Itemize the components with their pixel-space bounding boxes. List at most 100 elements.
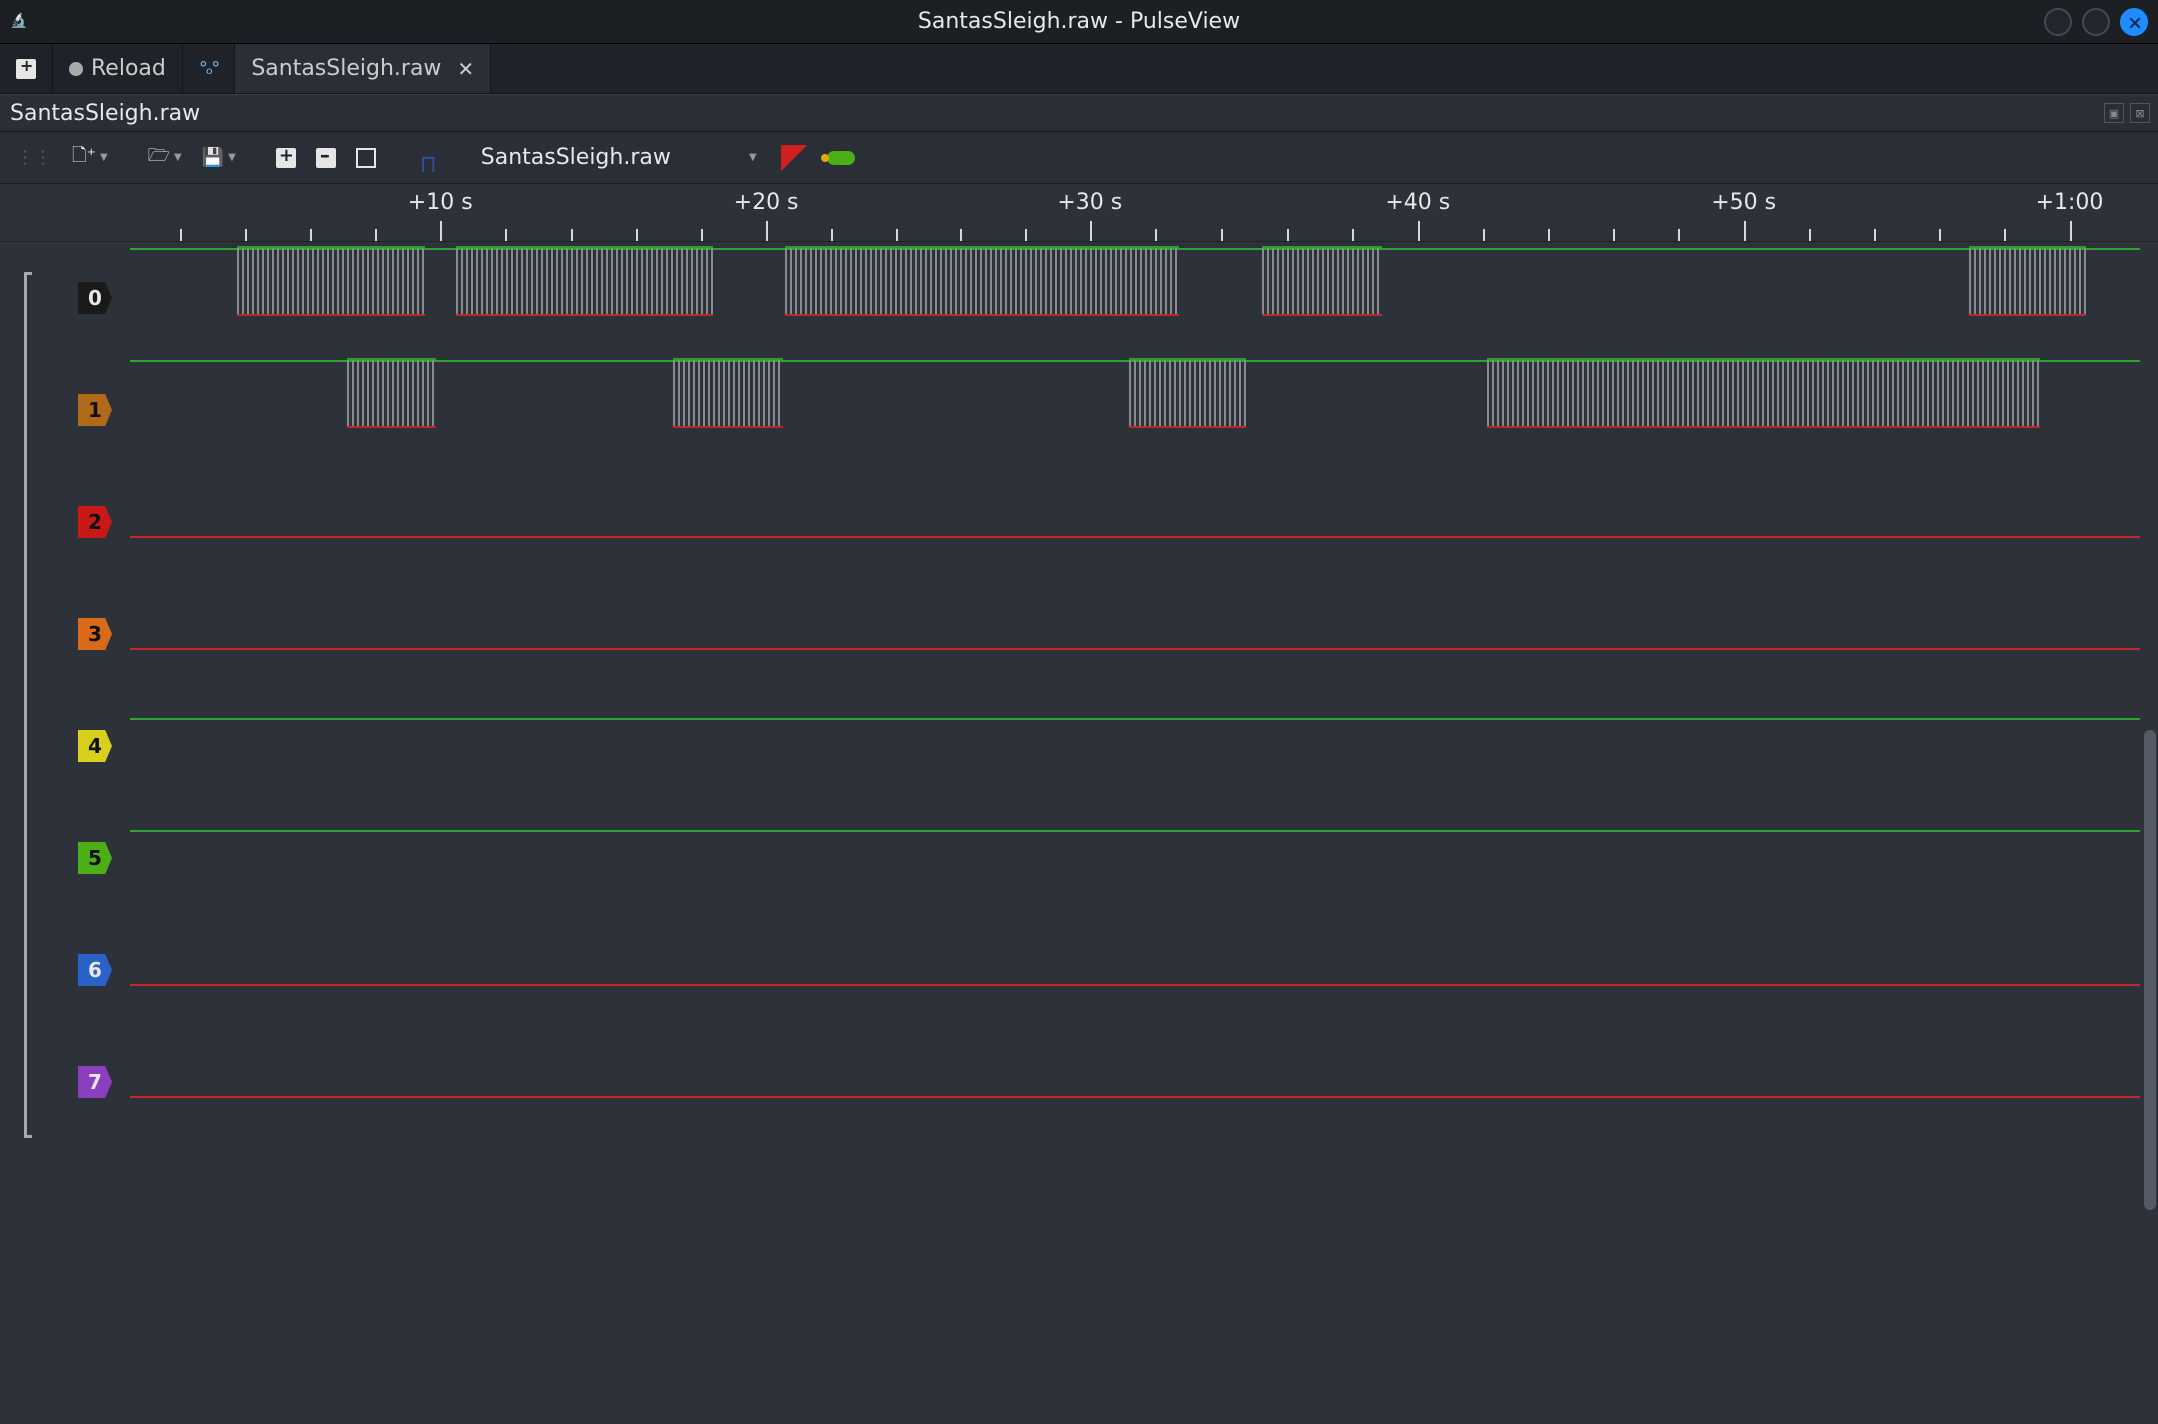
signal-burst	[785, 248, 1179, 314]
reload-label: Reload	[91, 56, 166, 81]
dock-popout-button[interactable]: ▣	[2104, 103, 2124, 123]
channel-row: 6	[0, 914, 2140, 1026]
channel-label[interactable]: 5	[78, 842, 112, 874]
signal-burst	[1262, 248, 1383, 314]
cursors-button[interactable]: ┌┐	[408, 138, 445, 178]
protocol-decoder-icon: °ₒ°	[199, 58, 218, 79]
ruler-minor-tick	[245, 229, 247, 241]
signal-burst	[237, 248, 426, 314]
minimize-button[interactable]	[2044, 8, 2072, 36]
ruler-major-label: +30 s	[1057, 190, 1122, 215]
time-ruler[interactable]: +10 s+20 s+30 s+40 s+50 s+1:00	[0, 184, 2158, 242]
zoom-fit-icon	[356, 148, 376, 168]
channel-row: 7	[0, 1026, 2140, 1138]
zoom-in-icon	[276, 148, 296, 168]
channel-trace[interactable]	[130, 466, 2140, 578]
ruler-minor-tick	[896, 229, 898, 241]
ruler-minor-tick	[1548, 229, 1550, 241]
window-controls	[2044, 8, 2148, 36]
channel-label[interactable]: 7	[78, 1066, 112, 1098]
toolbar-handle[interactable]: ⋮⋮	[8, 141, 60, 174]
device-selector[interactable]: SantasSleigh.raw ▼	[469, 141, 769, 174]
signal-burst	[1129, 360, 1246, 426]
zoom-out-button[interactable]	[308, 142, 344, 174]
tab-strip: Reload °ₒ° SantasSleigh.raw ✕	[0, 44, 2158, 94]
chevron-down-icon: ▼	[228, 152, 236, 163]
ruler-minor-tick	[1678, 229, 1680, 241]
channel-trace[interactable]	[130, 354, 2140, 466]
signal-burst	[673, 360, 784, 426]
channel-label[interactable]: 4	[78, 730, 112, 762]
titlebar: 🔬 SantasSleigh.raw - PulseView	[0, 0, 2158, 44]
channel-label[interactable]: 3	[78, 618, 112, 650]
ruler-minor-tick	[375, 229, 377, 241]
ruler-minor-tick	[1025, 229, 1027, 241]
channel-label[interactable]: 0	[78, 282, 112, 314]
channel-trace[interactable]	[130, 578, 2140, 690]
channel-label[interactable]: 1	[78, 394, 112, 426]
channel-trace[interactable]	[130, 1026, 2140, 1138]
reload-icon	[69, 62, 83, 76]
channel-label[interactable]: 6	[78, 954, 112, 986]
open-button[interactable]: 🗁 ▼	[140, 137, 190, 179]
signal-viewport[interactable]: +10 s+20 s+30 s+40 s+50 s+1:00 01234567	[0, 184, 2158, 1424]
channel-row: 0	[0, 242, 2140, 354]
signal-burst	[1487, 360, 2040, 426]
channel-row: 4	[0, 690, 2140, 802]
ruler-minor-tick	[1613, 229, 1615, 241]
ruler-minor-tick	[571, 229, 573, 241]
tab-close-icon[interactable]: ✕	[457, 57, 474, 81]
ruler-major-tick	[1418, 221, 1420, 241]
ruler-minor-tick	[180, 229, 182, 241]
signal-pane[interactable]: 0 1 2 3 4 5 6 7	[0, 242, 2158, 1424]
ruler-minor-tick	[831, 229, 833, 241]
ruler-minor-tick	[960, 229, 962, 241]
ruler-minor-tick	[1939, 229, 1941, 241]
ruler-major-label: +1:00	[2036, 190, 2104, 215]
channel-trace[interactable]	[130, 802, 2140, 914]
ruler-minor-tick	[1483, 229, 1485, 241]
new-session-tab[interactable]	[0, 44, 53, 93]
channel-label[interactable]: 2	[78, 506, 112, 538]
protocol-decoder-tab[interactable]: °ₒ°	[183, 44, 235, 93]
window-title: SantasSleigh.raw - PulseView	[918, 9, 1240, 34]
new-session-icon	[16, 59, 36, 79]
maximize-button[interactable]	[2082, 8, 2110, 36]
open-icon: 🗁	[148, 143, 170, 173]
signal-burst	[1969, 248, 2086, 314]
zoom-fit-button[interactable]	[348, 142, 384, 174]
signal-burst	[347, 360, 435, 426]
new-view-button[interactable]: 🗋⁺ ▼	[64, 137, 116, 179]
ruler-minor-tick	[1287, 229, 1289, 241]
ruler-minor-tick	[701, 229, 703, 241]
vertical-scrollbar[interactable]	[2144, 730, 2156, 1210]
file-tab-label: SantasSleigh.raw	[251, 56, 441, 81]
ruler-major-label: +50 s	[1711, 190, 1776, 215]
ruler-major-tick	[2070, 221, 2072, 241]
ruler-minor-tick	[2004, 229, 2006, 241]
channel-trace[interactable]	[130, 690, 2140, 802]
channels-button[interactable]	[819, 145, 863, 171]
channel-trace[interactable]	[130, 242, 2140, 354]
chevron-down-icon: ▼	[174, 152, 182, 163]
close-button[interactable]	[2120, 8, 2148, 36]
configure-device-button[interactable]	[773, 139, 815, 177]
channel-trace[interactable]	[130, 914, 2140, 1026]
reload-tab[interactable]: Reload	[53, 44, 183, 93]
app-icon: 🔬	[10, 13, 28, 31]
ruler-major-tick	[1744, 221, 1746, 241]
ruler-major-label: +20 s	[734, 190, 799, 215]
session-name: SantasSleigh.raw	[10, 101, 200, 126]
ruler-minor-tick	[1155, 229, 1157, 241]
dock-close-button[interactable]: ⊠	[2130, 103, 2150, 123]
save-button[interactable]: 💾 ▼	[194, 141, 244, 174]
file-tab[interactable]: SantasSleigh.raw ✕	[235, 44, 491, 93]
main-toolbar: ⋮⋮ 🗋⁺ ▼ 🗁 ▼ 💾 ▼ ┌┐ SantasSleigh.raw ▼	[0, 132, 2158, 184]
cursors-icon: ┌┐	[416, 144, 437, 172]
zoom-in-button[interactable]	[268, 142, 304, 174]
channel-row: 5	[0, 802, 2140, 914]
chevron-down-icon: ▼	[100, 152, 108, 163]
channel-row: 2	[0, 466, 2140, 578]
probe-icon	[781, 145, 807, 171]
ruler-major-tick	[1090, 221, 1092, 241]
